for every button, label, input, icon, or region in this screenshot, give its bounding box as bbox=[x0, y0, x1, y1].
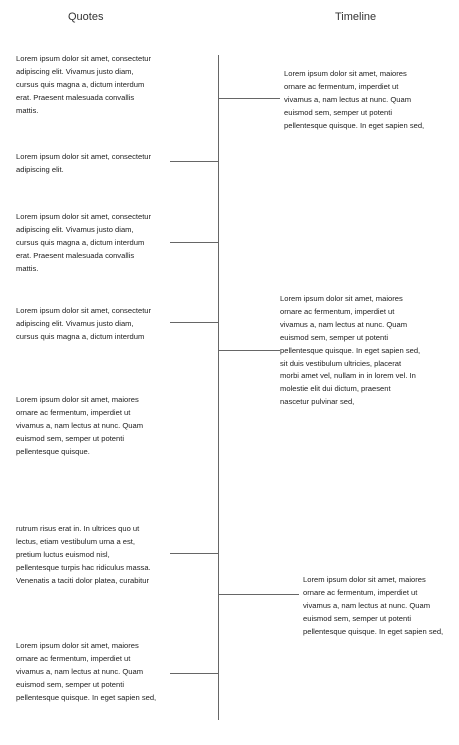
quote-left-1: Lorem ipsum dolor sit amet, consectetur … bbox=[16, 54, 152, 115]
timeline-connector-left bbox=[170, 161, 218, 162]
quote-left-6: rutrum risus erat in. In ultrices quo ut… bbox=[16, 524, 151, 585]
timeline-connector-left bbox=[170, 322, 218, 323]
quote-right-2: Lorem ipsum dolor sit amet, maiores orna… bbox=[280, 294, 421, 407]
timeline-connector-left bbox=[170, 553, 218, 554]
timeline-connector-right bbox=[219, 98, 280, 99]
quote-right-3: Lorem ipsum dolor sit amet, maiores orna… bbox=[303, 575, 444, 636]
quote-left-4: Lorem ipsum dolor sit amet, consectetur … bbox=[16, 306, 152, 341]
quote-left-3: Lorem ipsum dolor sit amet, consectetur … bbox=[16, 212, 152, 273]
timeline-axis bbox=[218, 55, 219, 720]
quote-right-1: Lorem ipsum dolor sit amet, maiores orna… bbox=[284, 69, 425, 130]
quote-left-2: Lorem ipsum dolor sit amet, consectetur … bbox=[16, 152, 152, 174]
timeline-connector-right bbox=[219, 594, 299, 595]
timeline-connector-right bbox=[219, 350, 280, 351]
timeline-connector-left bbox=[170, 673, 218, 674]
quotes-header: Quotes bbox=[68, 11, 104, 23]
quote-left-7: Lorem ipsum dolor sit amet, maiores orna… bbox=[16, 641, 157, 702]
timeline-connector-left bbox=[170, 242, 218, 243]
timeline-header: Timeline bbox=[335, 11, 377, 23]
quote-left-5: Lorem ipsum dolor sit amet, maiores orna… bbox=[16, 395, 144, 456]
